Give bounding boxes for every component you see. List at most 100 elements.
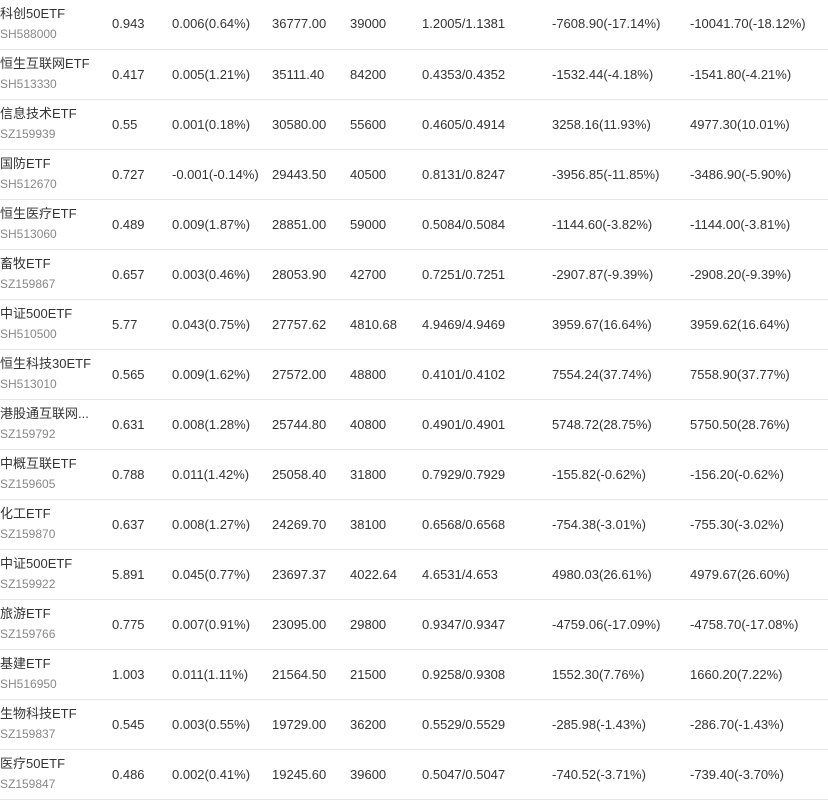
table-row[interactable]: 生物科技ETF SZ159837 0.545 0.003(0.55%) 1972… (0, 699, 828, 749)
market-value: 36777.00 (272, 16, 327, 32)
holding-shares: 4022.64 (350, 566, 397, 582)
fund-cell: 生物科技ETF SZ159837 (0, 699, 112, 749)
total-profit: -739.40(-3.70%) (690, 766, 784, 782)
fund-name[interactable]: 国防ETF (0, 155, 100, 173)
market-value: 28851.00 (272, 216, 327, 232)
market-value: 35111.40 (272, 66, 325, 82)
current-price: 0.657 (112, 266, 145, 282)
price-change: 0.009(1.62%) (172, 366, 251, 382)
price-change: 0.011(1.11%) (172, 666, 249, 682)
table-row[interactable]: 信息技术ETF SZ159939 0.55 0.001(0.18%) 30580… (0, 99, 828, 149)
cost-price: 0.9258/0.9308 (422, 666, 506, 682)
cost-price: 0.5529/0.5529 (422, 716, 506, 732)
current-price: 5.77 (112, 316, 138, 332)
table-row[interactable]: 医疗50ETF SZ159847 0.486 0.002(0.41%) 1924… (0, 749, 828, 799)
holding-shares: 59000 (350, 216, 387, 232)
total-profit: -4758.70(-17.08%) (690, 616, 799, 632)
fund-name[interactable]: 恒生科技30ETF (0, 355, 100, 373)
price-change: 0.006(0.64%) (172, 16, 251, 32)
cost-price: 0.4353/0.4352 (422, 66, 506, 82)
market-value: 23697.37 (272, 566, 327, 582)
holding-shares: 39000 (350, 16, 387, 32)
cost-price: 0.4605/0.4914 (422, 116, 506, 132)
fund-name[interactable]: 港股通互联网... (0, 405, 100, 423)
floating-profit: 1552.30(7.76%) (552, 666, 645, 682)
fund-cell: 中证500ETF SH510500 (0, 299, 112, 349)
table-row[interactable]: 港股通互联网... SZ159792 0.631 0.008(1.28%) 25… (0, 399, 828, 449)
total-profit: -2908.20(-9.39%) (690, 266, 792, 282)
fund-code: SZ159837 (0, 727, 56, 741)
market-value: 25058.40 (272, 466, 327, 482)
fund-name[interactable]: 医疗50ETF (0, 755, 100, 773)
fund-cell: 畜牧ETF SZ159867 (0, 249, 112, 299)
holding-shares: 40800 (350, 416, 387, 432)
fund-name[interactable]: 中证500ETF (0, 555, 100, 573)
price-change: 0.003(0.55%) (172, 716, 251, 732)
fund-code: SH516950 (0, 677, 57, 691)
fund-cell: 恒生互联网ETF SH513330 (0, 49, 112, 99)
floating-profit: 3959.67(16.64%) (552, 316, 652, 332)
fund-cell: 基建ETF SH516950 (0, 649, 112, 699)
total-profit: 4977.30(10.01%) (690, 116, 790, 132)
fund-code: SZ159867 (0, 277, 56, 291)
fund-code: SZ159766 (0, 627, 56, 641)
market-value: 28053.90 (272, 266, 327, 282)
floating-profit: -7608.90(-17.14%) (552, 16, 661, 32)
fund-name[interactable]: 中概互联ETF (0, 455, 100, 473)
fund-name[interactable]: 旅游ETF (0, 605, 100, 623)
price-change: 0.011(1.42%) (172, 466, 250, 482)
cost-price: 0.9347/0.9347 (422, 616, 506, 632)
table-row[interactable]: 恒生科技30ETF SH513010 0.565 0.009(1.62%) 27… (0, 349, 828, 399)
cost-price: 0.4101/0.4102 (422, 366, 506, 382)
fund-name[interactable]: 生物科技ETF (0, 705, 100, 723)
fund-name[interactable]: 基建ETF (0, 655, 100, 673)
holdings-table-body: 科创50ETF SH588000 0.943 0.006(0.64%) 3677… (0, 0, 828, 799)
floating-profit: -2907.87(-9.39%) (552, 266, 654, 282)
table-row[interactable]: 恒生医疗ETF SH513060 0.489 0.009(1.87%) 2885… (0, 199, 828, 249)
price-change: 0.008(1.28%) (172, 416, 251, 432)
table-row[interactable]: 畜牧ETF SZ159867 0.657 0.003(0.46%) 28053.… (0, 249, 828, 299)
total-profit: 5750.50(28.76%) (690, 416, 790, 432)
holding-shares: 21500 (350, 666, 387, 682)
table-row[interactable]: 基建ETF SH516950 1.003 0.011(1.11%) 21564.… (0, 649, 828, 699)
market-value: 29443.50 (272, 166, 327, 182)
price-change: 0.002(0.41%) (172, 766, 251, 782)
holding-shares: 36200 (350, 716, 387, 732)
table-row[interactable]: 化工ETF SZ159870 0.637 0.008(1.27%) 24269.… (0, 499, 828, 549)
fund-code: SH510500 (0, 327, 57, 341)
holding-shares: 48800 (350, 366, 387, 382)
floating-profit: 7554.24(37.74%) (552, 366, 652, 382)
fund-cell: 旅游ETF SZ159766 (0, 599, 112, 649)
fund-name[interactable]: 恒生医疗ETF (0, 205, 100, 223)
fund-name[interactable]: 化工ETF (0, 505, 100, 523)
market-value: 19729.00 (272, 716, 327, 732)
holding-shares: 39600 (350, 766, 387, 782)
market-value: 23095.00 (272, 616, 327, 632)
cost-price: 0.8131/0.8247 (422, 166, 506, 182)
fund-code: SH588000 (0, 26, 57, 41)
fund-name[interactable]: 中证500ETF (0, 305, 100, 323)
table-row[interactable]: 国防ETF SH512670 0.727 -0.001(-0.14%) 2944… (0, 149, 828, 199)
fund-name[interactable]: 恒生互联网ETF (0, 55, 100, 73)
floating-profit: -1144.60(-3.82%) (552, 216, 653, 232)
fund-name[interactable]: 科创50ETF (0, 5, 100, 23)
fund-code: SH513330 (0, 77, 57, 91)
table-row[interactable]: 科创50ETF SH588000 0.943 0.006(0.64%) 3677… (0, 0, 828, 49)
market-value: 21564.50 (272, 666, 327, 682)
table-row[interactable]: 旅游ETF SZ159766 0.775 0.007(0.91%) 23095.… (0, 599, 828, 649)
table-row[interactable]: 恒生互联网ETF SH513330 0.417 0.005(1.21%) 351… (0, 49, 828, 99)
price-change: 0.005(1.21%) (172, 66, 251, 82)
fund-cell: 国防ETF SH512670 (0, 149, 112, 199)
fund-name[interactable]: 畜牧ETF (0, 255, 100, 273)
cost-price: 1.2005/1.1381 (422, 16, 506, 32)
table-row[interactable]: 中证500ETF SZ159922 5.891 0.045(0.77%) 236… (0, 549, 828, 599)
table-row[interactable]: 中证500ETF SH510500 5.77 0.043(0.75%) 2775… (0, 299, 828, 349)
price-change: 0.001(0.18%) (172, 116, 251, 132)
fund-name[interactable]: 信息技术ETF (0, 105, 100, 123)
market-value: 19245.60 (272, 766, 327, 782)
table-row[interactable]: 中概互联ETF SZ159605 0.788 0.011(1.42%) 2505… (0, 449, 828, 499)
holding-shares: 55600 (350, 116, 387, 132)
price-change: 0.003(0.46%) (172, 266, 251, 282)
current-price: 0.631 (112, 416, 145, 432)
floating-profit: -155.82(-0.62%) (552, 466, 646, 482)
